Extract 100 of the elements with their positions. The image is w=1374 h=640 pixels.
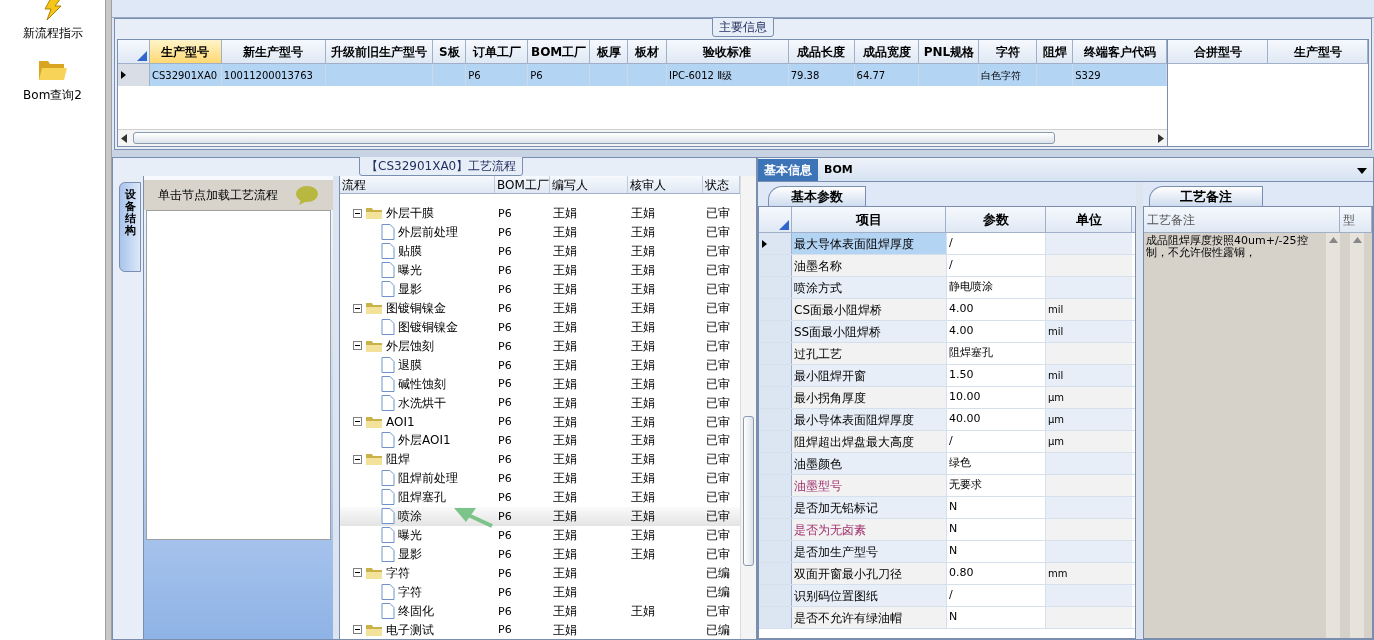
column-header[interactable]: 参数 [946, 207, 1046, 232]
table-cell: 王娟 [631, 376, 655, 391]
column-header[interactable]: 核审人 [628, 176, 703, 193]
column-header[interactable]: 工艺备注 [1144, 207, 1340, 232]
param-row[interactable]: 最小拐角厚度 10.00 μm [759, 387, 1135, 409]
tab[interactable]: 工艺备注 [1149, 186, 1263, 206]
column-header[interactable]: 成品宽度 [854, 40, 920, 63]
tree-row[interactable]: 外层蚀刻 P6 王娟 王娟 已审 [340, 336, 740, 356]
table-cell: 已编 [706, 565, 730, 580]
column-header[interactable]: 型 [1340, 207, 1372, 232]
tree-row[interactable]: 碱性蚀刻 P6 王娟 王娟 已审 [340, 374, 740, 394]
tree-row[interactable]: 图镀铜镍金 P6 王娟 王娟 已审 [340, 298, 740, 318]
tree-row[interactable]: 终固化 P6 王娟 王娟 已审 [340, 601, 740, 621]
param-row[interactable]: 是否加生产型号 N [759, 541, 1135, 563]
collapse-icon[interactable] [353, 417, 362, 427]
column-header[interactable]: 板材 [628, 40, 667, 63]
tree-row[interactable]: 电子测试 P6 王娟 已编 [340, 620, 740, 639]
column-header[interactable]: 升级前旧生产型号 [325, 40, 434, 63]
column-header[interactable]: 板厚 [590, 40, 628, 63]
tab[interactable]: 基本信息 [758, 159, 818, 181]
scroll-right-icon[interactable] [1158, 133, 1164, 143]
collapse-icon[interactable] [353, 208, 362, 218]
launcher-label[interactable]: 新流程指示 [22, 24, 83, 42]
column-header[interactable]: 阻焊 [1037, 40, 1074, 63]
column-header[interactable]: 编写人 [550, 176, 628, 193]
param-name: 是否为无卤素 [794, 521, 866, 539]
side-tab[interactable]: 设备结构 [119, 182, 141, 272]
param-row[interactable]: 油墨名称 / [759, 255, 1135, 277]
column-header[interactable]: S板 [433, 40, 467, 63]
tab[interactable]: 基本参数 [768, 186, 866, 206]
param-row[interactable]: 是否加无铅标记 N [759, 497, 1135, 519]
column-header[interactable]: 终端客户代码 [1073, 40, 1167, 63]
param-row[interactable]: 最小导体表面阻焊厚度 40.00 μm [759, 409, 1135, 431]
column-header[interactable]: 生产型号 [1268, 40, 1368, 63]
collapse-icon[interactable] [353, 303, 362, 313]
tree-row[interactable]: 显影 P6 王娟 王娟 已审 [340, 279, 740, 299]
column-header[interactable]: 字符 [979, 40, 1038, 63]
column-header[interactable]: 生产型号 [149, 40, 222, 63]
param-row[interactable]: 过孔工艺 阻焊塞孔 [759, 343, 1135, 365]
tree-row[interactable]: 阻焊 P6 王娟 王娟 已审 [340, 449, 740, 469]
param-row[interactable]: 是否为无卤素 N [759, 519, 1135, 541]
column-header[interactable]: 订单工厂 [466, 40, 529, 63]
tree-row[interactable]: AOI1 P6 王娟 王娟 已审 [340, 412, 740, 431]
launcher-label[interactable]: Bom查询2 [23, 86, 82, 104]
column-header[interactable]: 新生产型号 [221, 40, 326, 63]
collapse-icon[interactable] [353, 625, 362, 635]
tree-row[interactable]: 喷涂 P6 王娟 王娟 已审 [340, 506, 740, 526]
column-header[interactable]: BOM工厂 [528, 40, 591, 63]
tree-row[interactable]: 水洗烘干 P6 王娟 王娟 已审 [340, 393, 740, 413]
tree-row[interactable]: 字符 P6 王娟 已编 [340, 582, 740, 602]
param-name: 最小阻焊开窗 [794, 367, 866, 385]
column-header[interactable]: BOM工厂 [495, 176, 550, 193]
scroll-left-icon[interactable] [121, 133, 127, 143]
param-row[interactable]: 双面开窗最小孔刀径 0.80 mm [759, 563, 1135, 585]
tree-row[interactable]: 外层前处理 P6 王娟 王娟 已审 [340, 222, 740, 242]
collapse-icon[interactable] [353, 568, 362, 578]
column-header[interactable]: 合拼型号 [1168, 40, 1268, 63]
tab[interactable]: BOM [818, 159, 859, 181]
tree-row[interactable]: 曝光 P6 王娟 王娟 已审 [340, 525, 740, 545]
collapse-icon[interactable] [353, 454, 362, 464]
param-row[interactable]: 油墨颜色 绿色 [759, 453, 1135, 475]
param-row[interactable]: SS面最小阻焊桥 4.00 mil [759, 321, 1135, 343]
folder-icon [365, 622, 383, 637]
param-row[interactable]: 最小阻焊开窗 1.50 mil [759, 365, 1135, 387]
folder-icon [365, 206, 383, 221]
horizontal-scrollbar[interactable] [118, 129, 1167, 146]
tree-row[interactable]: 外层AOI1 P6 王娟 王娟 已审 [340, 431, 740, 450]
tree-row[interactable]: 退膜 P6 王娟 王娟 已审 [340, 355, 740, 375]
tree-row[interactable]: 字符 P6 王娟 已编 [340, 563, 740, 583]
param-row[interactable]: 油墨型号 无要求 [759, 475, 1135, 497]
column-header[interactable]: 流程 [340, 176, 495, 193]
tree-row[interactable]: 外层干膜 P6 王娟 王娟 已审 [340, 203, 740, 223]
scroll-up-icon[interactable] [1352, 237, 1362, 243]
column-header[interactable]: PNL规格 [919, 40, 980, 63]
scroll-up-icon[interactable] [1328, 237, 1338, 243]
tree-row[interactable]: 图镀铜镍金 P6 王娟 王娟 已审 [340, 317, 740, 337]
tree-row[interactable]: 曝光 P6 王娟 王娟 已审 [340, 260, 740, 280]
table-cell: 王娟 [631, 244, 655, 259]
param-row[interactable]: CS面最小阻焊桥 4.00 mil [759, 299, 1135, 321]
param-row[interactable]: 喷涂方式 静电喷涂 [759, 277, 1135, 299]
param-row[interactable]: 是否不允许有绿油帽 N [759, 607, 1135, 629]
tree-row[interactable]: 阻焊塞孔 P6 王娟 王娟 已审 [340, 487, 740, 507]
collapse-icon[interactable] [353, 341, 362, 351]
tree-row[interactable]: 显影 P6 王娟 王娟 已审 [340, 544, 740, 564]
table-cell: 已编 [706, 622, 730, 637]
node-label: 曝光 [398, 527, 422, 545]
column-header[interactable]: 验收标准 [666, 40, 789, 63]
table-row[interactable]: CS32901XA0 10011200013763 P6 P6 IPC-6012 Ⅱ级 79.38 64.77 白色字符 S329 [118, 64, 1167, 86]
column-header[interactable]: 成品长度 [788, 40, 855, 63]
param-row[interactable]: 识别码位置图纸 / [759, 585, 1135, 607]
dropdown-arrow-icon[interactable] [1357, 168, 1367, 174]
tree-row[interactable]: 阻焊前处理 P6 王娟 王娟 已审 [340, 468, 740, 488]
column-header[interactable]: 单位 [1046, 207, 1132, 232]
param-row[interactable]: 最大导体表面阻焊厚度 / [759, 233, 1135, 255]
param-row[interactable]: 阻焊超出焊盘最大高度 / μm [759, 431, 1135, 453]
corner-triangle-icon [779, 220, 789, 230]
vertical-scrollbar[interactable] [740, 176, 756, 639]
tree-row[interactable]: 贴膜 P6 王娟 王娟 已审 [340, 241, 740, 261]
document-icon [381, 243, 395, 260]
column-header[interactable]: 项目 [792, 207, 946, 232]
